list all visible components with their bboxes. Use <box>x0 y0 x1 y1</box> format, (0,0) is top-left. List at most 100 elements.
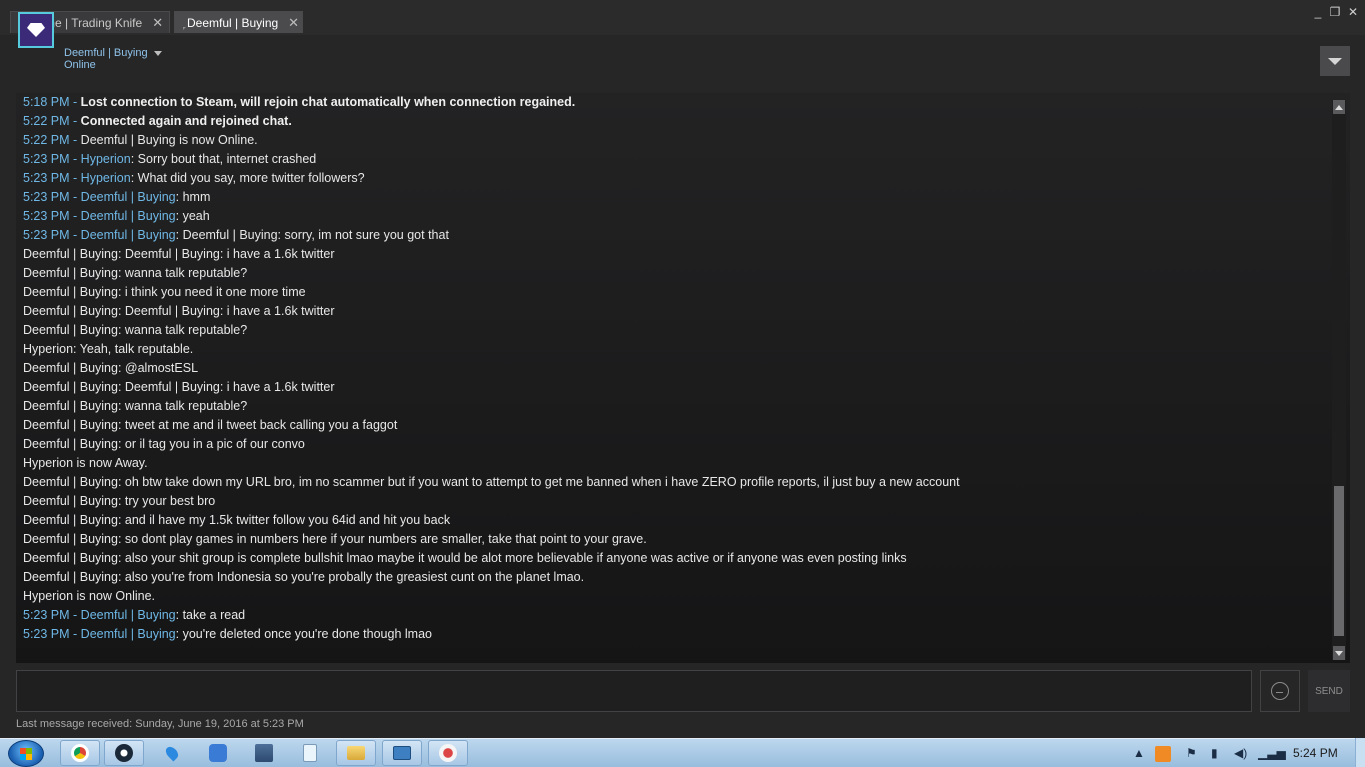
chat-message: Deemful | Buying: and il have my 1.5k tw… <box>23 511 1323 530</box>
chat-message: Deemful | Buying: @almostESL <box>23 359 1323 378</box>
message-timestamp: 5:23 PM - <box>23 627 81 641</box>
message-timestamp: 5:23 PM - <box>23 608 81 622</box>
message-text: Deemful | Buying: Deemful | Buying: i ha… <box>23 304 335 318</box>
chat-message: Deemful | Buying: or il tag you in a pic… <box>23 435 1323 454</box>
chevron-down-icon[interactable] <box>154 51 162 56</box>
message-text: Deemful | Buying: also your shit group i… <box>23 551 907 565</box>
sync-icon <box>209 744 227 762</box>
maps-icon <box>163 744 181 762</box>
chrome-icon <box>71 744 89 762</box>
message-sender[interactable]: Deemful | Buying <box>81 228 176 242</box>
message-text: Deemful | Buying: Deemful | Buying: i ha… <box>23 247 335 261</box>
chat-message: Deemful | Buying: wanna talk reputable? <box>23 264 1323 283</box>
app-tray-icon[interactable] <box>1155 746 1171 762</box>
message-text: Deemful | Buying: Deemful | Buying: i ha… <box>23 380 335 394</box>
message-timestamp: 5:23 PM - <box>23 171 81 185</box>
scroll-down-button[interactable] <box>1333 646 1345 660</box>
battery-icon[interactable]: ▮ <box>1211 746 1218 760</box>
message-sender[interactable]: Deemful | Buying <box>81 627 176 641</box>
tab-deemful-buying[interactable]: Deemful | Buying ✕ <box>174 11 303 33</box>
friend-status: Online <box>64 59 96 71</box>
chat-message: 5:23 PM - Deemful | Buying: Deemful | Bu… <box>23 226 1323 245</box>
message-text: Deemful | Buying: wanna talk reputable? <box>23 323 248 337</box>
chat-menu-button[interactable] <box>1320 46 1350 76</box>
taskbar-network[interactable] <box>244 740 284 766</box>
chat-message: Deemful | Buying: tweet at me and il twe… <box>23 416 1323 435</box>
chat-message: 5:23 PM - Deemful | Buying: yeah <box>23 207 1323 226</box>
message-text: Deemful | Buying: try your best bro <box>23 494 216 508</box>
taskbar-tool[interactable] <box>428 740 468 766</box>
windows-logo-icon-lower <box>20 754 32 760</box>
taskbar-chrome[interactable] <box>60 740 100 766</box>
tool-icon <box>439 744 457 762</box>
steam-icon <box>115 744 133 762</box>
chat-message: 5:23 PM - Hyperion: Sorry bout that, int… <box>23 150 1323 169</box>
send-button[interactable]: SEND <box>1308 670 1350 712</box>
taskbar-maps[interactable] <box>152 740 192 766</box>
chat-message: Deemful | Buying: wanna talk reputable? <box>23 397 1323 416</box>
show-desktop-button[interactable] <box>1355 738 1365 767</box>
avatar[interactable] <box>18 12 54 48</box>
message-text: Deemful | Buying is now Online. <box>80 133 258 147</box>
message-text: Hyperion is now Away. <box>23 456 148 470</box>
message-sender[interactable]: Deemful | Buying <box>81 608 176 622</box>
message-text: Deemful | Buying: wanna talk reputable? <box>23 266 248 280</box>
tab-label: Deemful | Buying <box>187 15 279 30</box>
chat-log[interactable]: 5:18 PM - Lost connection to Steam, will… <box>16 93 1350 663</box>
show-hidden-icons[interactable]: ▲ <box>1133 746 1145 760</box>
chat-message: Deemful | Buying: try your best bro <box>23 492 1323 511</box>
message-sender[interactable]: Deemful | Buying <box>81 190 176 204</box>
emoticon-button[interactable] <box>1260 670 1300 712</box>
message-sender[interactable]: Hyperion <box>81 152 131 166</box>
message-text: Deemful | Buying: tweet at me and il twe… <box>23 418 398 432</box>
restore-button[interactable]: ❐ <box>1328 5 1342 19</box>
taskbar-notepad[interactable] <box>290 740 330 766</box>
message-timestamp: 5:23 PM - <box>23 228 81 242</box>
arrow-down-icon <box>1335 650 1343 656</box>
chat-message: Deemful | Buying: i think you need it on… <box>23 283 1323 302</box>
message-timestamp: 5:18 PM - <box>23 95 81 109</box>
message-text: : Deemful | Buying: sorry, im not sure y… <box>175 228 449 242</box>
message-text: : hmm <box>175 190 211 204</box>
chat-message: 5:22 PM - Deemful | Buying is now Online… <box>23 131 1323 150</box>
taskbar-clock[interactable]: 5:24 PM <box>1293 746 1338 760</box>
taskbar-steam[interactable] <box>104 740 144 766</box>
volume-icon[interactable]: ◀) <box>1234 746 1247 760</box>
message-sender[interactable]: Deemful | Buying <box>81 209 176 223</box>
taskbar-remote[interactable] <box>382 740 422 766</box>
message-input[interactable] <box>16 670 1252 712</box>
chat-message: Hyperion is now Online. <box>23 587 1323 606</box>
minimize-button[interactable]: _ <box>1311 5 1325 19</box>
taskbar-explorer[interactable] <box>336 740 376 766</box>
message-text: : take a read <box>175 608 246 622</box>
taskbar-sync[interactable] <box>198 740 238 766</box>
close-icon[interactable]: ✕ <box>288 15 299 31</box>
message-sender[interactable]: Hyperion <box>81 171 131 185</box>
close-window-button[interactable]: ✕ <box>1346 5 1360 19</box>
start-button[interactable] <box>8 740 44 767</box>
chat-message: Deemful | Buying: Deemful | Buying: i ha… <box>23 302 1323 321</box>
chevron-down-icon <box>1328 57 1342 65</box>
emoticon-icon <box>1271 682 1289 700</box>
message-timestamp: 5:22 PM - <box>23 114 81 128</box>
message-text: Deemful | Buying: i think you need it on… <box>23 285 306 299</box>
scroll-up-button[interactable] <box>1333 100 1345 114</box>
message-text: Deemful | Buying: @almostESL <box>23 361 199 375</box>
message-text: Connected again and rejoined chat. <box>80 114 292 128</box>
chat-message: 5:23 PM - Deemful | Buying: you're delet… <box>23 625 1323 644</box>
gem-icon <box>27 23 45 37</box>
close-icon[interactable]: ✕ <box>152 15 163 31</box>
flag-icon[interactable]: ⚑ <box>1186 746 1197 760</box>
friend-name[interactable]: Deemful | Buying <box>64 47 148 59</box>
chat-message: Deemful | Buying: also your shit group i… <box>23 549 1323 568</box>
message-text: : What did you say, more twitter followe… <box>130 171 365 185</box>
scroll-thumb[interactable] <box>1334 486 1344 636</box>
scrollbar[interactable] <box>1332 100 1346 660</box>
message-timestamp: 5:23 PM - <box>23 152 81 166</box>
message-timestamp: 5:22 PM - <box>23 133 81 147</box>
signal-icon[interactable]: ▁▃▅ <box>1258 746 1286 760</box>
last-message-received: Last message received: Sunday, June 19, … <box>16 718 304 730</box>
message-text: Hyperion: Yeah, talk reputable. <box>23 342 194 356</box>
chat-message: 5:23 PM - Deemful | Buying: take a read <box>23 606 1323 625</box>
chat-message: Hyperion: Yeah, talk reputable. <box>23 340 1323 359</box>
